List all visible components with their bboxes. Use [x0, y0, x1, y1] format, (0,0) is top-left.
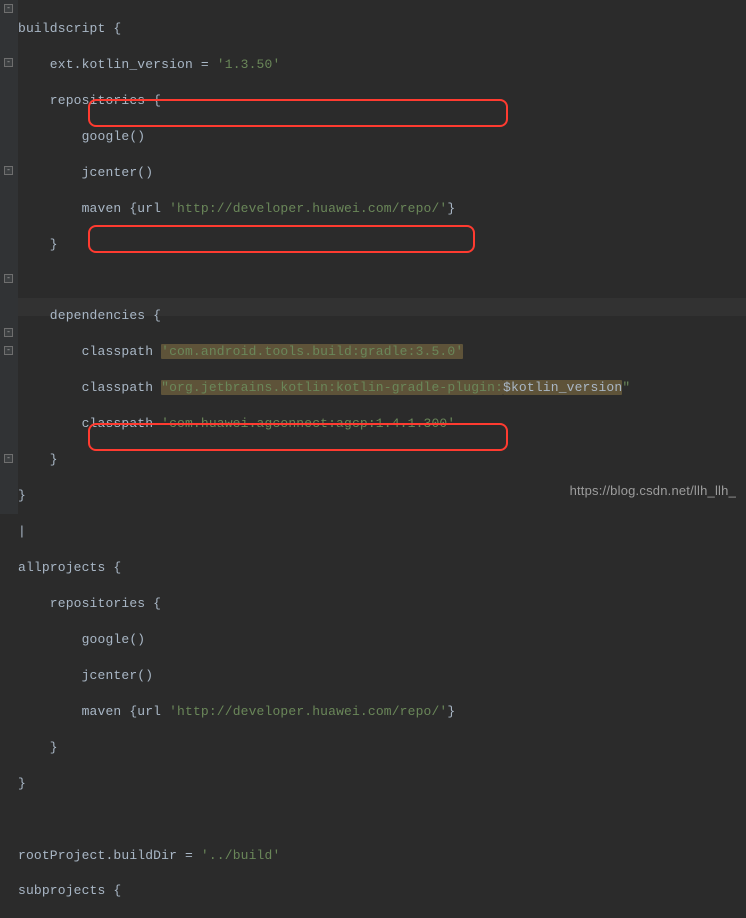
- string-literal: '../build': [201, 848, 281, 863]
- fold-icon[interactable]: -: [4, 166, 13, 175]
- code-text: classpath: [18, 416, 161, 431]
- fold-icon[interactable]: -: [4, 58, 13, 67]
- code-text: buildscript {: [18, 21, 121, 36]
- code-text: jcenter(): [18, 165, 153, 180]
- fold-icon[interactable]: -: [4, 454, 13, 463]
- code-text: rootProject.buildDir =: [18, 848, 201, 863]
- string-literal: 'com.huawei.agconnect:agcp:1.4.1.300': [161, 416, 455, 431]
- editor-gutter: - - - - - - -: [0, 0, 18, 514]
- watermark-text: https://blog.csdn.net/llh_llh_: [570, 482, 736, 500]
- code-text: repositories {: [18, 93, 161, 108]
- fold-icon[interactable]: -: [4, 4, 13, 13]
- string-literal: 'http://developer.huawei.com/repo/': [169, 704, 447, 719]
- code-text: repositories {: [18, 596, 161, 611]
- fold-icon[interactable]: -: [4, 328, 13, 337]
- code-text: }: [18, 237, 58, 252]
- code-editor[interactable]: buildscript { ext.kotlin_version = '1.3.…: [18, 2, 630, 918]
- code-text: url: [137, 201, 169, 216]
- code-text: ext.kotlin_version =: [18, 57, 217, 72]
- code-text: }: [447, 201, 455, 216]
- code-text: }: [447, 704, 455, 719]
- code-text: subprojects {: [18, 883, 121, 898]
- code-text: classpath: [18, 380, 161, 395]
- string-literal: "org.jetbrains.kotlin:kotlin-gradle-plug…: [161, 380, 503, 395]
- fold-icon[interactable]: -: [4, 274, 13, 283]
- code-text: }: [18, 488, 26, 503]
- code-text: dependencies {: [18, 308, 161, 323]
- code-text: |: [18, 524, 26, 539]
- fold-icon[interactable]: -: [4, 346, 13, 355]
- code-text: }: [18, 452, 58, 467]
- code-text: maven {: [18, 201, 137, 216]
- variable-ref: $kotlin_version: [503, 380, 622, 395]
- code-text: }: [18, 740, 58, 755]
- string-literal: '1.3.50': [217, 57, 281, 72]
- code-text: url: [137, 704, 169, 719]
- code-text: maven {: [18, 704, 137, 719]
- string-literal: 'http://developer.huawei.com/repo/': [169, 201, 447, 216]
- string-literal: 'com.android.tools.build:gradle:3.5.0': [161, 344, 463, 359]
- code-text: allprojects {: [18, 560, 121, 575]
- code-text: jcenter(): [18, 668, 153, 683]
- code-text: google(): [18, 632, 145, 647]
- string-literal: ": [622, 380, 630, 395]
- code-text: }: [18, 776, 26, 791]
- code-text: classpath: [18, 344, 161, 359]
- code-text: google(): [18, 129, 145, 144]
